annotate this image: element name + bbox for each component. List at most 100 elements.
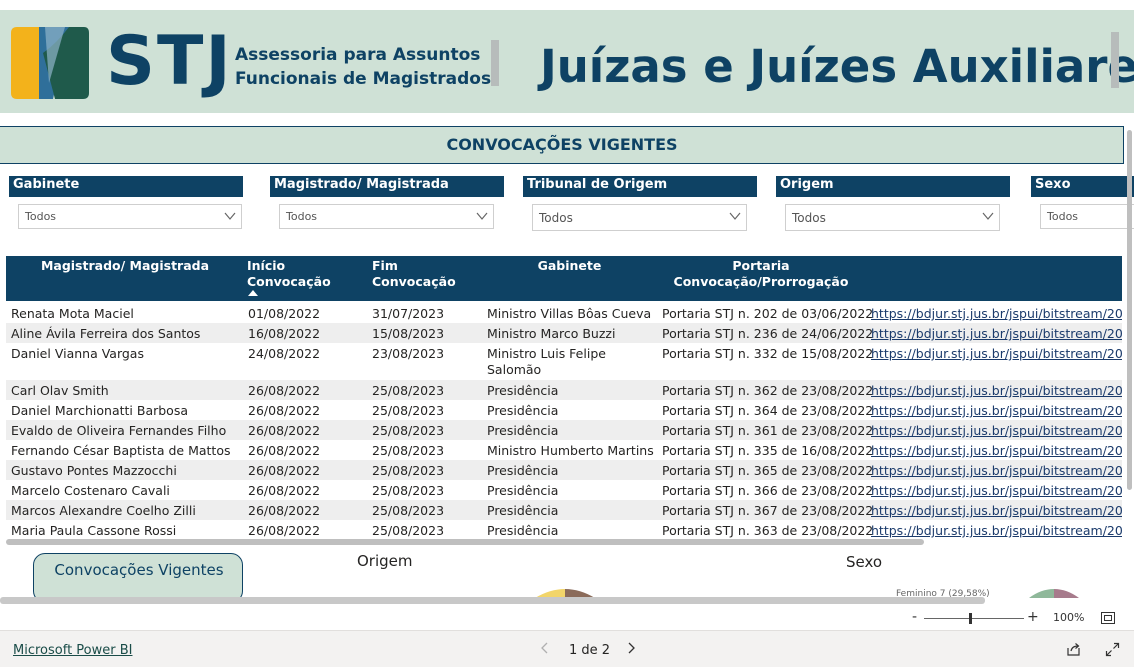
cell-inicio: 26/08/2022 <box>248 403 321 418</box>
cell-inicio: 26/08/2022 <box>248 463 321 478</box>
chevron-left-icon[interactable] <box>539 641 551 655</box>
share-icon[interactable] <box>1066 642 1081 657</box>
chevron-right-icon[interactable] <box>625 641 637 655</box>
slicer-origem: Origem Todos <box>776 176 1010 234</box>
cell-magistrado: Maria Paula Cassone Rossi <box>11 523 177 538</box>
cell-fim: 23/08/2023 <box>372 346 445 361</box>
zoom-level: 100% <box>1053 611 1085 624</box>
fit-to-page-icon[interactable] <box>1101 612 1115 624</box>
cell-link[interactable]: https://bdjur.stj.jus.br/jspui/bitstream… <box>871 503 1122 519</box>
section-banner: CONVOCAÇÕES VIGENTES <box>0 126 1124 164</box>
cell-inicio: 26/08/2022 <box>248 483 321 498</box>
cell-gabinete: Presidência <box>487 403 559 418</box>
cell-gabinete: Ministro Villas Bôas Cueva <box>487 306 652 321</box>
cell-gabinete: Presidência <box>487 383 559 398</box>
cell-fim: 25/08/2023 <box>372 443 445 458</box>
chevron-down-icon <box>476 212 488 220</box>
power-bi-link[interactable]: Microsoft Power BI <box>13 643 132 658</box>
sexo-pie-slice <box>1029 589 1054 598</box>
cell-link[interactable]: https://bdjur.stj.jus.br/jspui/bitstream… <box>871 423 1122 439</box>
report-header: STJ Assessoria para Assuntos Funcionais … <box>0 10 1134 113</box>
slicer-dropdown[interactable]: Todos <box>532 204 747 231</box>
card-title: Convocações Vigentes <box>54 561 224 579</box>
cell-portaria: Portaria STJ n. 367 de 23/08/2022 <box>662 503 874 518</box>
cell-inicio: 24/08/2022 <box>248 346 321 361</box>
table-horizontal-scrollbar[interactable] <box>6 539 924 545</box>
subtitle-line-1: Assessoria para Assuntos <box>235 45 481 65</box>
cell-inicio: 26/08/2022 <box>248 443 321 458</box>
slicer-dropdown[interactable]: Todos <box>18 204 242 229</box>
header-subtitle: Assessoria para Assuntos Funcionais de M… <box>235 43 491 91</box>
slicer-magistrado: Magistrado/ Magistrada Todos <box>270 176 504 234</box>
cell-gabinete: Presidência <box>487 463 559 478</box>
report-footer: Microsoft Power BI 1 de 2 <box>0 630 1134 667</box>
cell-portaria: Portaria STJ n. 335 de 16/08/2022 <box>662 443 874 458</box>
slicer-dropdown[interactable]: Todos <box>785 204 1000 231</box>
slicer-tribunal-origem: Tribunal de Origem Todos <box>523 176 757 234</box>
cell-link[interactable]: https://bdjur.stj.jus.br/jspui/bitstream… <box>871 463 1122 479</box>
expand-icon[interactable] <box>1105 642 1120 657</box>
cell-link[interactable]: https://bdjur.stj.jus.br/jspui/bitstream… <box>871 483 1122 499</box>
cell-portaria: Portaria STJ n. 202 de 03/06/2022 <box>662 306 874 321</box>
column-header-gabinete[interactable]: Gabinete <box>487 258 652 274</box>
cell-link[interactable]: https://bdjur.stj.jus.br/jspui/bitstream… <box>871 403 1122 419</box>
cell-portaria: Portaria STJ n. 366 de 23/08/2022 <box>662 483 874 498</box>
chevron-down-icon <box>224 212 236 220</box>
cell-link[interactable]: https://bdjur.stj.jus.br/jspui/bitstream… <box>871 306 1122 322</box>
table-row[interactable]: Renata Mota Maciel 01/08/2022 31/07/2023… <box>6 303 1122 323</box>
slicer-dropdown[interactable]: Todos <box>1040 204 1134 229</box>
zoom-plus-icon[interactable]: + <box>1027 609 1039 625</box>
column-header-fim[interactable]: Fim Convocação <box>372 258 482 290</box>
slicer-value: Todos <box>792 211 826 225</box>
table-row[interactable]: Daniel Vianna Vargas 24/08/2022 23/08/20… <box>6 343 1122 380</box>
table-row[interactable]: Fernando César Baptista de Mattos 26/08/… <box>6 440 1122 460</box>
zoom-slider-thumb[interactable] <box>969 613 972 624</box>
table-row[interactable]: Daniel Marchionatti Barbosa 26/08/2022 2… <box>6 400 1122 420</box>
cell-magistrado: Marcelo Costenaro Cavali <box>11 483 170 498</box>
column-header-magistrado[interactable]: Magistrado/ Magistrada <box>6 258 244 274</box>
slicer-title: Tribunal de Origem <box>523 176 757 197</box>
cell-inicio: 26/08/2022 <box>248 503 321 518</box>
header-divider <box>491 40 499 86</box>
sexo-pie-chart <box>1029 589 1079 598</box>
cell-fim: 25/08/2023 <box>372 463 445 478</box>
table-row[interactable]: Evaldo de Oliveira Fernandes Filho 26/08… <box>6 420 1122 440</box>
cell-link[interactable]: https://bdjur.stj.jus.br/jspui/bitstream… <box>871 443 1122 459</box>
column-header-portaria-line2: Convocação/Prorrogação <box>673 274 849 289</box>
table-row[interactable]: Marcelo Costenaro Cavali 26/08/2022 25/0… <box>6 480 1122 500</box>
stj-logo-text: STJ <box>106 22 233 101</box>
cell-magistrado: Carl Olav Smith <box>11 383 109 398</box>
cell-portaria: Portaria STJ n. 362 de 23/08/2022 <box>662 383 874 398</box>
column-header-inicio[interactable]: Início Convocação <box>247 258 367 290</box>
table-row[interactable]: Gustavo Pontes Mazzocchi 26/08/2022 25/0… <box>6 460 1122 480</box>
cell-portaria: Portaria STJ n. 361 de 23/08/2022 <box>662 423 874 438</box>
slicer-value: Todos <box>25 210 57 223</box>
cell-fim: 25/08/2023 <box>372 423 445 438</box>
slicer-title: Sexo <box>1031 176 1134 197</box>
cell-gabinete: Presidência <box>487 503 559 518</box>
table-row[interactable]: Carl Olav Smith 26/08/2022 25/08/2023 Pr… <box>6 380 1122 400</box>
cell-magistrado: Renata Mota Maciel <box>11 306 134 321</box>
zoom-slider-track[interactable] <box>924 618 1024 619</box>
slicer-value: Todos <box>539 211 573 225</box>
page-vertical-scrollbar[interactable] <box>1127 130 1132 490</box>
cell-link[interactable]: https://bdjur.stj.jus.br/jspui/bitstream… <box>871 383 1122 399</box>
table-row[interactable]: Maria Paula Cassone Rossi 26/08/2022 25/… <box>6 520 1122 538</box>
cell-portaria: Portaria STJ n. 363 de 23/08/2022 <box>662 523 874 538</box>
table-row[interactable]: Aline Ávila Ferreira dos Santos 16/08/20… <box>6 323 1122 343</box>
zoom-minus-icon[interactable]: - <box>912 609 917 625</box>
column-header-portaria[interactable]: Portaria Convocação/Prorrogação <box>656 258 866 290</box>
cell-inicio: 01/08/2022 <box>248 306 321 321</box>
cell-link[interactable]: https://bdjur.stj.jus.br/jspui/bitstream… <box>871 346 1122 362</box>
slicer-dropdown[interactable]: Todos <box>279 204 494 229</box>
page-horizontal-scrollbar[interactable] <box>0 597 985 604</box>
cell-link[interactable]: https://bdjur.stj.jus.br/jspui/bitstream… <box>871 326 1122 342</box>
chevron-down-icon <box>729 212 741 220</box>
cell-portaria: Portaria STJ n. 236 de 24/06/2022 <box>662 326 874 341</box>
cell-gabinete: Ministro Luis Felipe Salomão <box>487 346 606 377</box>
slicer-title: Origem <box>776 176 1010 197</box>
slicer-gabinete: Gabinete Todos <box>9 176 243 234</box>
table-row[interactable]: Marcos Alexandre Coelho Zilli 26/08/2022… <box>6 500 1122 520</box>
cell-link[interactable]: https://bdjur.stj.jus.br/jspui/bitstream… <box>871 523 1122 538</box>
cell-portaria: Portaria STJ n. 365 de 23/08/2022 <box>662 463 874 478</box>
